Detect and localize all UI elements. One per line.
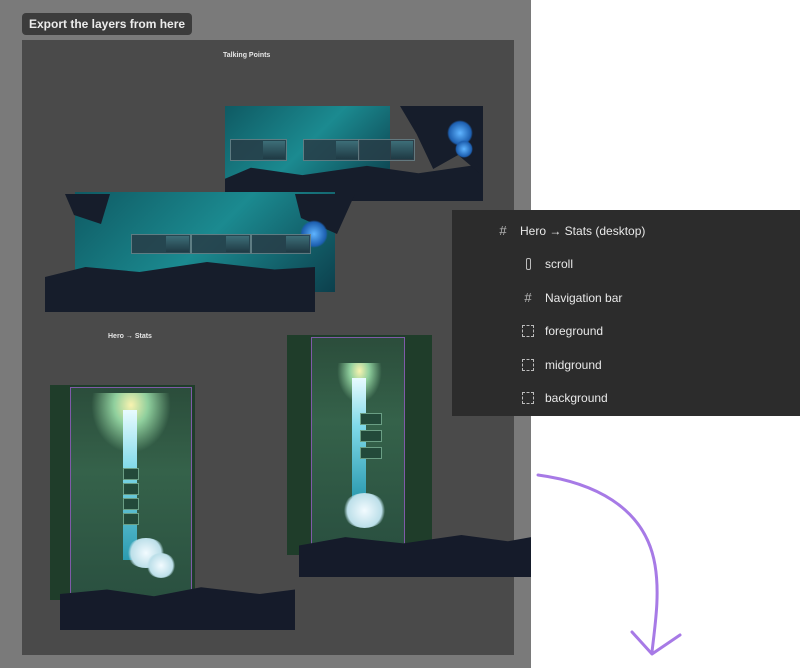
layer-navigation-bar[interactable]: # Navigation bar: [452, 281, 800, 314]
frame-icon: #: [524, 290, 532, 305]
hero-stats-title: Hero → Stats: [108, 333, 152, 340]
layer-background[interactable]: background: [452, 381, 800, 414]
layer-label: midground: [545, 357, 602, 372]
export-note-label: Export the layers from here: [22, 13, 193, 35]
group-icon: [521, 324, 535, 338]
layer-label: background: [545, 390, 608, 405]
layer-label: Hero → Stats (desktop): [520, 223, 646, 238]
layers-panel[interactable]: # Hero → Stats (desktop) scroll # Naviga…: [452, 210, 800, 416]
content-card: [358, 139, 415, 161]
glowing-mushroom: [455, 140, 473, 158]
talking-points-artwork-front[interactable]: [45, 192, 355, 312]
content-card: [191, 234, 251, 254]
layer-label: foreground: [545, 323, 604, 338]
artboard-frame[interactable]: Talking Points Hero → Stats: [22, 40, 531, 655]
content-card: [303, 139, 360, 161]
rock-ground: [60, 587, 295, 630]
layer-hero-stats-desktop[interactable]: # Hero → Stats (desktop): [452, 214, 800, 247]
annotation-arrow-icon: [536, 473, 682, 656]
hero-stats-artwork-left[interactable]: [45, 385, 295, 630]
rock-base: [45, 262, 315, 312]
phone-mockup: [70, 387, 192, 599]
content-card: [230, 139, 287, 161]
talking-points-title: Talking Points: [223, 52, 271, 59]
phone-mockup: [311, 337, 405, 547]
frame-icon: #: [499, 223, 507, 238]
content-card: [251, 234, 311, 254]
layer-midground[interactable]: midground: [452, 348, 800, 381]
scroll-icon: [521, 257, 535, 271]
group-icon: [521, 391, 535, 405]
talking-points-artwork-back[interactable]: [225, 106, 483, 201]
layer-foreground[interactable]: foreground: [452, 314, 800, 347]
group-icon: [521, 358, 535, 372]
content-card: [131, 234, 191, 254]
layer-label: Navigation bar: [545, 290, 623, 305]
layer-scroll[interactable]: scroll: [452, 247, 800, 280]
layer-label: scroll: [545, 256, 574, 271]
